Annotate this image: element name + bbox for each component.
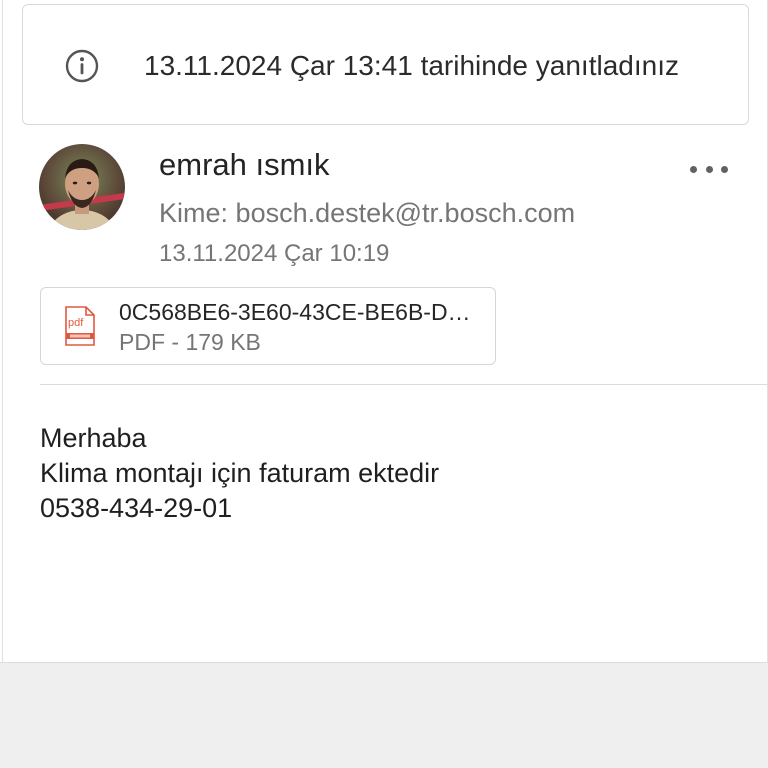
attachment-size: 179 KB	[185, 329, 261, 355]
more-options-button[interactable]	[687, 154, 731, 184]
recipient-line: Kime: bosch.destek@tr.bosch.com	[159, 196, 575, 230]
body-line[interactable]: 0538-434-29-01	[40, 491, 439, 526]
email-view: 13.11.2024 Çar 13:41 tarihinde yanıtladı…	[0, 0, 768, 768]
more-horizontal-icon	[690, 165, 697, 173]
body-line: Klima montajı için faturam ektedir	[40, 458, 440, 488]
replied-notice: 13.11.2024 Çar 13:41 tarihinde yanıtladı…	[22, 4, 749, 125]
avatar-photo	[39, 144, 125, 230]
attachment-type: PDF	[119, 329, 165, 355]
message-body: Merhaba Klima montajı için faturam ekted…	[40, 421, 439, 526]
pdf-icon-label: pdf	[68, 317, 84, 329]
message-date: 13.11.2024 Çar 10:19	[159, 240, 390, 267]
more-horizontal-icon	[721, 165, 728, 173]
divider	[40, 384, 768, 385]
replied-notice-text: 13.11.2024 Çar 13:41 tarihinde yanıtladı…	[144, 50, 679, 81]
message-card: 13.11.2024 Çar 13:41 tarihinde yanıtladı…	[2, 0, 768, 662]
pdf-file-icon: pdf	[65, 306, 95, 346]
attachment-meta: PDF - 179 KB	[119, 328, 261, 356]
info-icon	[65, 49, 99, 83]
sender-name[interactable]: emrah ısmık	[159, 146, 330, 184]
recipient-label: Kime:	[159, 198, 229, 228]
attachment-card[interactable]: pdf 0C568BE6-3E60-43CE-BE6B-D… PDF - 179…	[40, 287, 496, 365]
avatar[interactable]	[39, 144, 125, 230]
footer-area	[0, 662, 768, 768]
attachment-name: 0C568BE6-3E60-43CE-BE6B-D…	[119, 299, 471, 325]
more-horizontal-icon	[705, 165, 713, 173]
recipient-email[interactable]: bosch.destek@tr.bosch.com	[236, 198, 576, 228]
body-line: Merhaba	[40, 423, 147, 453]
attachment-separator: -	[171, 329, 180, 355]
